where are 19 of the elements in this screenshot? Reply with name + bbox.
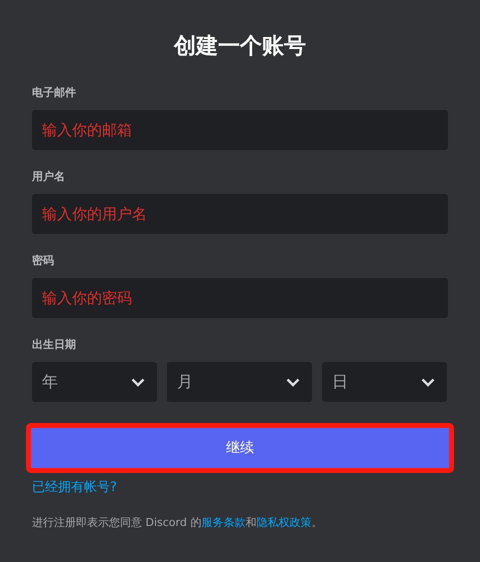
field-label: 用户名	[32, 170, 65, 184]
chevron-down-icon	[286, 378, 300, 386]
dropdown[interactable]: 月	[167, 362, 312, 402]
chevron-down-icon	[421, 378, 435, 386]
dropdown[interactable]: 年	[32, 362, 157, 402]
terms-link[interactable]: 服务条款	[201, 516, 246, 529]
input-field[interactable]: 输入你的密码	[32, 278, 448, 318]
input-field[interactable]: 输入你的用户名	[32, 194, 448, 234]
terms-link[interactable]: 隐私权政策	[256, 516, 312, 529]
continue-button[interactable]: 继续	[31, 428, 449, 468]
input-field[interactable]: 输入你的邮箱	[32, 110, 448, 150]
chevron-down-icon	[131, 378, 145, 386]
field-label: 出生日期	[32, 338, 76, 352]
login-link[interactable]: 已经拥有帐号?	[32, 479, 117, 497]
page-title: 创建一个账号	[172, 33, 307, 61]
field-label: 密码	[32, 254, 54, 268]
dropdown[interactable]: 日	[322, 362, 447, 402]
field-label: 电子邮件	[32, 86, 76, 100]
terms-notice: 进行注册即表示您同意 Discord 的服务条款和隐私权政策。	[32, 516, 324, 530]
